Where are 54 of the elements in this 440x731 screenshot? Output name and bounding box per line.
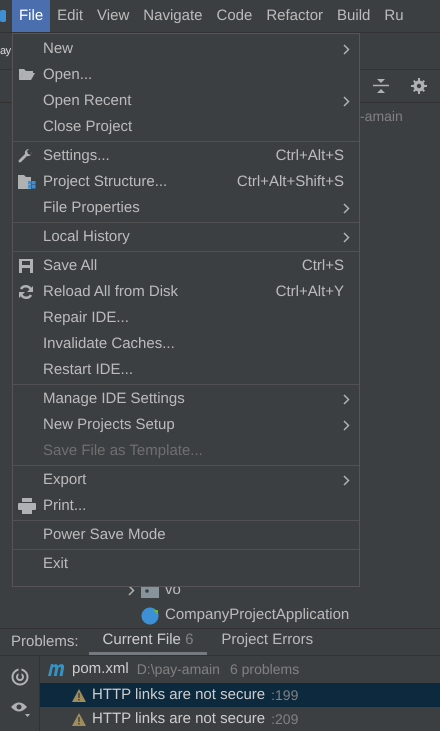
menu-item[interactable]: Close Project [13,114,359,140]
menu-item[interactable]: File Properties [13,195,359,221]
warning-icon [72,712,86,726]
problem-message: HTTP links are not secure [92,708,266,729]
menu-bar-item[interactable]: Build [330,0,378,32]
menu-bar-item[interactable]: File [12,0,50,32]
problem-row[interactable]: HTTP links are not secure :199 [40,683,440,707]
line-number: :199 [271,686,298,704]
menu-bar-item[interactable]: View [90,0,136,32]
menu-bar-item[interactable]: Navigate [136,0,210,32]
menu-item[interactable]: Print... [13,493,359,519]
menu-item[interactable]: Save All Ctrl+S [13,253,359,279]
menu-item[interactable]: Local History [13,224,359,250]
menu-item[interactable]: Repair IDE... [13,305,359,331]
menu-item[interactable]: Exit [13,551,359,577]
tree-item-label[interactable]: CompanyProjectApplication [165,604,350,627]
menu-item[interactable]: New Projects Setup [13,412,359,438]
menu-bar-item[interactable]: Refactor [259,0,330,32]
collapse-all-icon [373,78,389,94]
settings-icon [411,78,427,94]
maven-icon [48,663,66,676]
menu-item[interactable]: New [13,36,359,62]
chevron-right-icon[interactable] [128,585,135,596]
problems-tab[interactable]: Project Errors [207,629,328,655]
menu-item[interactable]: Export [13,467,359,493]
menu-item[interactable]: Reload All from Disk Ctrl+Alt+Y [13,279,359,305]
menu-item[interactable]: Manage IDE Settings [13,386,359,412]
eye-icon[interactable] [10,700,30,718]
printer-icon [18,498,36,514]
wrench-icon [18,148,34,164]
menu-item[interactable]: Settings... Ctrl+Alt+S [13,143,359,169]
problems-title: Problems: [11,632,79,652]
problem-message: HTTP links are not secure [92,684,266,705]
reload-icon [18,284,34,300]
menu-item[interactable]: Power Save Mode [13,522,359,548]
menu-item[interactable]: Invalidate Caches... [13,331,359,357]
menu-bar-item[interactable]: Edit [50,0,90,32]
folder-icon [18,67,36,81]
warning-icon [72,688,86,702]
menu-bar-item[interactable]: Code [209,0,260,32]
menu-item[interactable]: Open Recent [13,88,359,114]
file-name: pom.xml [72,659,129,680]
project-path: -amain [360,106,403,126]
problem-count: 6 problems [230,660,300,679]
problem-row[interactable]: HTTP links are not secure :209 [40,707,440,731]
menu-item[interactable]: Restart IDE... [13,357,359,383]
line-number: :209 [271,710,298,728]
project-structure-icon [18,174,36,189]
file-path: D:\pay-amain [136,660,220,679]
menu-bar-item[interactable]: Ru [377,0,411,32]
menu-item[interactable]: Project Structure... Ctrl+Alt+Shift+S [13,169,359,195]
menu-item[interactable]: Open... [13,62,359,88]
problems-tab[interactable]: Current File 6 [88,629,208,655]
project-tab-label: ay [0,44,11,59]
